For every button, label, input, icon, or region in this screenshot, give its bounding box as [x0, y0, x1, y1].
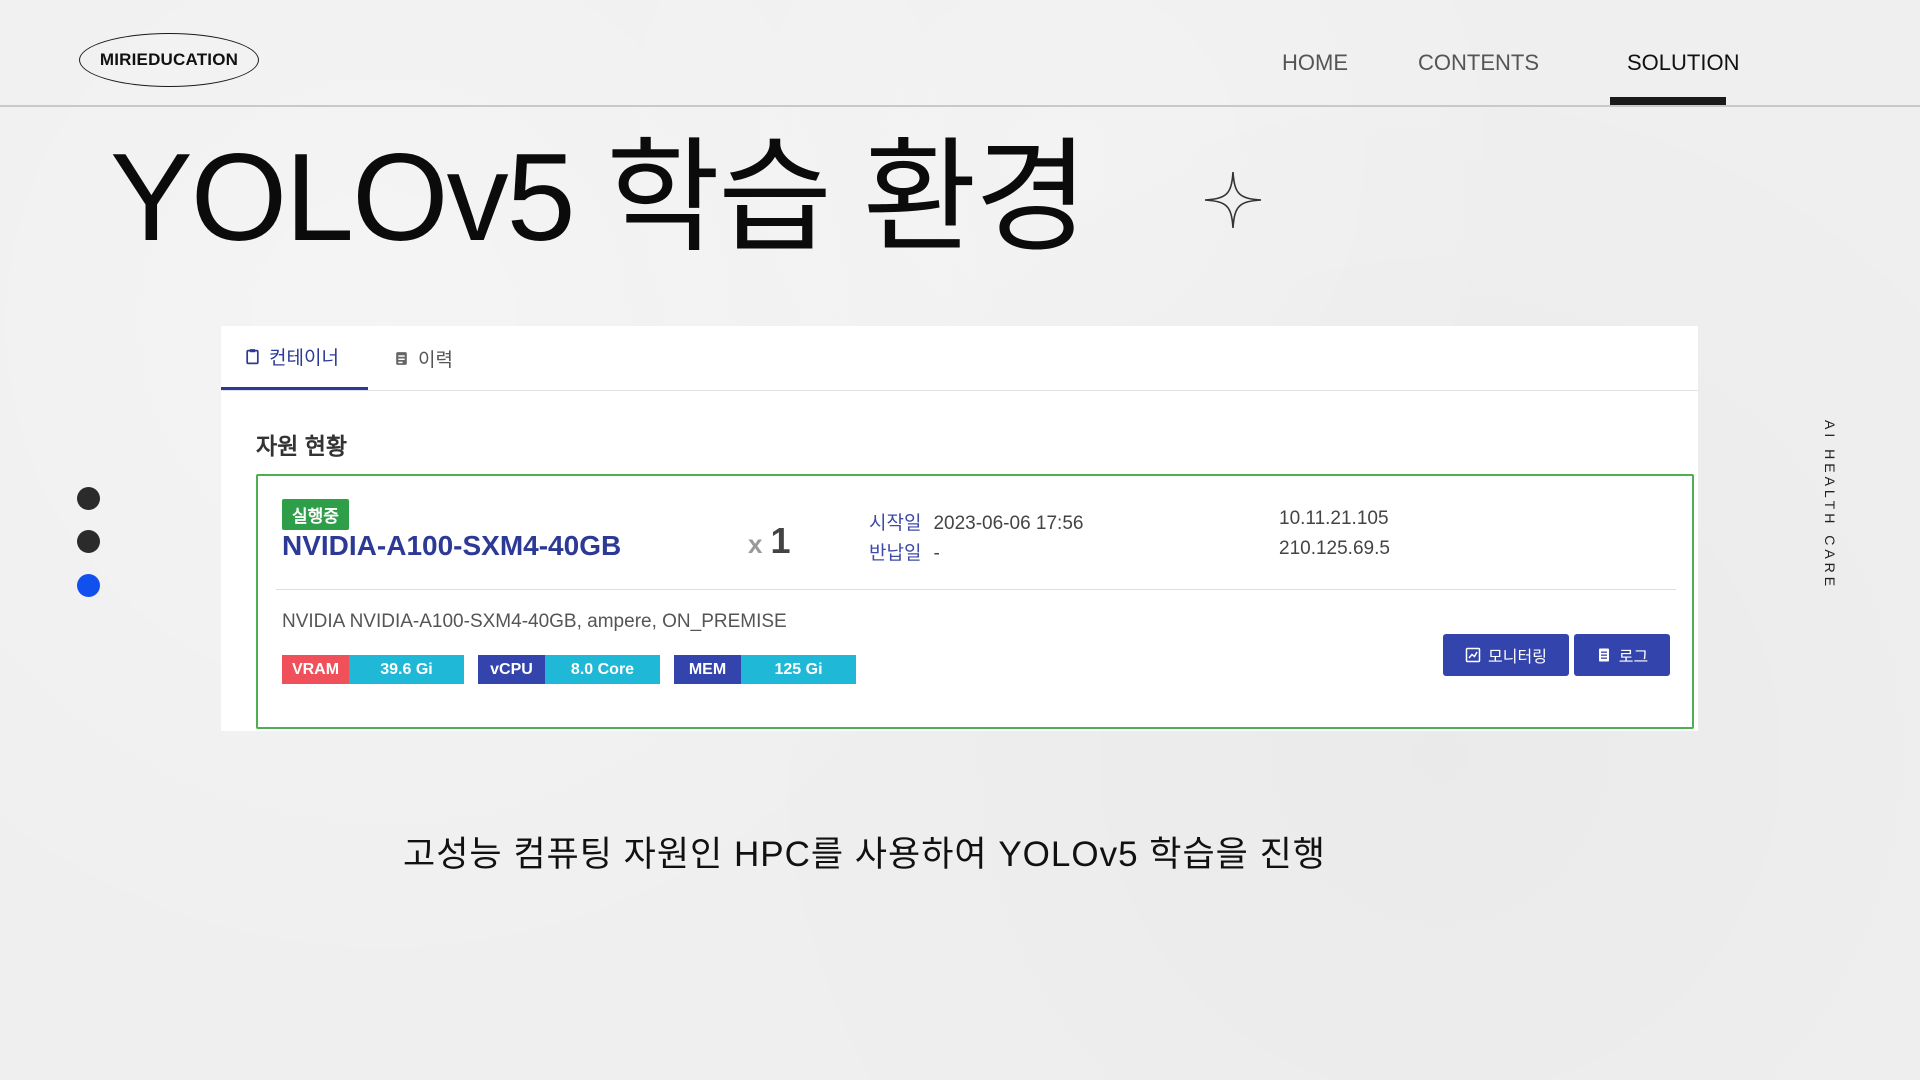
count-prefix: x [748, 529, 763, 559]
tab-container-label: 컨테이너 [269, 348, 339, 369]
tab-history-label: 이력 [418, 349, 453, 371]
ip-primary: 10.11.21.105 [1279, 508, 1389, 529]
nav-home[interactable]: HOME [1282, 50, 1348, 76]
count-value: 1 [770, 520, 791, 561]
return-date-value: - [933, 543, 940, 564]
log-button[interactable]: 로그 [1574, 634, 1670, 676]
clipboard-icon [246, 349, 259, 365]
gpu-card: 실행중 NVIDIA-A100-SXM4-40GB x1 시작일 2023-06-… [256, 474, 1694, 729]
status-badge: 실행중 [282, 499, 349, 530]
pager-dot-3-active[interactable] [77, 574, 100, 597]
resource-vram: VRAM 39.6 Gi [282, 655, 464, 684]
tab-container[interactable]: 컨테이너 [221, 326, 368, 390]
nav-solution[interactable]: SOLUTION [1627, 50, 1739, 76]
tab-bar: 컨테이너 이력 [221, 326, 1698, 391]
resource-vram-label: VRAM [282, 655, 349, 684]
resource-mem-label: MEM [674, 655, 741, 684]
monitoring-button-label: 모니터링 [1488, 649, 1547, 666]
history-icon [396, 351, 407, 365]
page-title: YOLOv5 학습 환경 [110, 129, 1089, 267]
ip-secondary: 210.125.69.5 [1279, 538, 1390, 559]
pager-dot-2[interactable] [77, 530, 100, 553]
gpu-count: x1 [748, 520, 791, 562]
caption: 고성능 컴퓨팅 자원인 HPC를 사용하여 YOLOv5 학습을 진행 [403, 835, 1326, 874]
nav-contents[interactable]: CONTENTS [1418, 50, 1539, 76]
chart-icon [1465, 647, 1481, 663]
tab-history[interactable]: 이력 [393, 326, 493, 390]
header-divider [0, 105, 1920, 107]
pager-dot-1[interactable] [77, 487, 100, 510]
sparkle-icon [1204, 171, 1262, 229]
monitoring-button[interactable]: 모니터링 [1443, 634, 1569, 676]
document-icon [1598, 648, 1609, 662]
start-date-label: 시작일 [869, 513, 922, 534]
resource-vcpu: vCPU 8.0 Core [478, 655, 660, 684]
resource-panel: 컨테이너 이력 자원 현황 실행중 NVIDIA-A100-SXM4-40GB … [221, 326, 1698, 731]
section-title: 자원 현황 [256, 433, 348, 459]
return-date-label: 반납일 [869, 543, 922, 564]
card-divider [276, 589, 1676, 590]
gpu-spec: NVIDIA NVIDIA-A100-SXM4-40GB, ampere, ON… [282, 611, 787, 632]
resource-vcpu-value: 8.0 Core [545, 655, 660, 684]
return-date-row: 반납일 - [869, 538, 940, 565]
log-button-label: 로그 [1618, 649, 1649, 666]
resource-mem-value: 125 Gi [741, 655, 856, 684]
start-date-value: 2023-06-06 17:56 [933, 513, 1084, 534]
resource-mem: MEM 125 Gi [674, 655, 856, 684]
resource-vram-value: 39.6 Gi [349, 655, 464, 684]
gpu-name: NVIDIA-A100-SXM4-40GB [282, 530, 622, 561]
side-label: AI HEALTH CARE [1822, 420, 1838, 591]
logo[interactable]: MIRIEDUCATION [79, 33, 259, 87]
resource-vcpu-label: vCPU [478, 655, 545, 684]
start-date-row: 시작일 2023-06-06 17:56 [869, 508, 1083, 535]
